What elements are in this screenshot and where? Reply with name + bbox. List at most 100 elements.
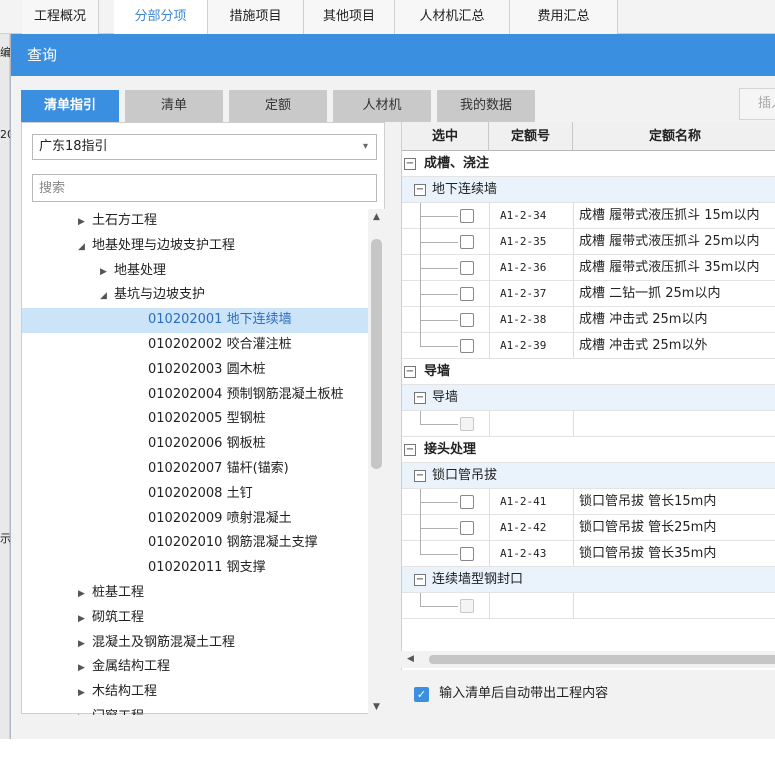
row-checkbox[interactable] (460, 209, 474, 223)
expanded-triangle-icon[interactable]: ◢ (78, 235, 92, 260)
tree-node[interactable]: 010202004 预制钢筋混凝土板桩 (22, 383, 368, 408)
column-header-name[interactable]: 定额名称 (573, 122, 775, 151)
row-checkbox[interactable] (460, 235, 474, 249)
guide-select[interactable]: 广东18指引 ▾ (32, 134, 377, 160)
table-row[interactable]: A1-2-38 成槽 冲击式 25m以内 (402, 307, 775, 333)
table-row[interactable]: A1-2-34 成槽 履带式液压抓斗 15m以内 (402, 203, 775, 229)
expanded-triangle-icon[interactable]: ◢ (100, 284, 114, 309)
collapse-icon[interactable]: − (404, 444, 416, 456)
tree-node[interactable]: 010202005 型钢桩 (22, 407, 368, 432)
collapse-icon[interactable]: − (414, 392, 426, 404)
column-header-code[interactable]: 定额号 (489, 122, 573, 151)
tree-node-label: 010202010 钢筋混凝土支撑 (148, 535, 318, 551)
collapse-icon[interactable]: − (414, 574, 426, 586)
quota-code: A1-2-37 (500, 287, 547, 300)
tree-node[interactable]: ▶ 木结构工程 (22, 680, 368, 705)
subgroup-row[interactable]: − 锁口管吊拔 (402, 463, 775, 489)
group-row[interactable]: − 导墙 (402, 359, 775, 385)
auto-content-option[interactable]: ✓ 输入清单后自动带出工程内容 (414, 683, 608, 705)
table-row[interactable]: A1-2-39 成槽 冲击式 25m以外 (402, 333, 775, 359)
collapse-icon[interactable]: − (404, 158, 416, 170)
column-separator (573, 203, 574, 229)
table-row[interactable]: A1-2-37 成槽 二钻一抓 25m以内 (402, 281, 775, 307)
subgroup-row[interactable]: − 导墙 (402, 385, 775, 411)
collapsed-triangle-icon[interactable]: ▶ (78, 582, 92, 607)
tree-node[interactable]: ▶ 地基处理 (22, 259, 368, 284)
subgroup-row[interactable]: − 连续墙型钢封口 (402, 567, 775, 593)
tab-sections[interactable]: 分部分项 (114, 0, 208, 34)
row-checkbox[interactable] (460, 495, 474, 509)
tree-node[interactable]: 010202001 地下连续墙 (22, 308, 368, 333)
row-checkbox[interactable] (460, 339, 474, 353)
scroll-up-icon[interactable]: ▲ (368, 209, 385, 225)
guide-tree-pane: 广东18指引 ▾ ▶土石方工程◢地基处理与边坡支护工程▶地基处理◢基坑与边坡支护… (21, 122, 385, 715)
column-separator (489, 515, 490, 541)
table-row[interactable]: A1-2-43 锁口管吊拔 管长35m内 (402, 541, 775, 567)
tree-node[interactable]: ▶ 混凝土及钢筋混凝土工程 (22, 631, 368, 656)
search-input[interactable] (32, 174, 377, 202)
tab-other-items[interactable]: 其他项目 (304, 0, 395, 34)
tree-node[interactable]: 010202008 土钉 (22, 482, 368, 507)
tree-node[interactable]: ▶ 土石方工程 (22, 209, 368, 234)
table-row[interactable] (402, 593, 775, 619)
tab-cost-summary[interactable]: 费用汇总 (510, 0, 618, 34)
checkbox-checked-icon[interactable]: ✓ (414, 686, 429, 702)
scrollbar-thumb[interactable] (371, 239, 382, 469)
tree-node[interactable]: ◢ 地基处理与边坡支护工程 (22, 234, 368, 259)
tree-scrollbar[interactable]: ▲ ▼ (368, 209, 385, 715)
guide-select-value: 广东18指引 (39, 139, 108, 154)
insert-button[interactable]: 插入 (739, 88, 775, 120)
tree-node[interactable]: ◢ 基坑与边坡支护 (22, 283, 368, 308)
tree-connector (420, 528, 458, 529)
collapsed-triangle-icon[interactable]: ▶ (78, 607, 92, 632)
collapse-icon[interactable]: − (414, 470, 426, 482)
tab-quota[interactable]: 定额 (229, 90, 327, 122)
row-checkbox[interactable] (460, 313, 474, 327)
tab-measures[interactable]: 措施项目 (208, 0, 304, 34)
scrollbar-thumb[interactable] (429, 655, 775, 664)
row-checkbox[interactable] (460, 521, 474, 535)
tab-bill-guide[interactable]: 清单指引 (21, 90, 119, 122)
table-row[interactable]: A1-2-36 成槽 履带式液压抓斗 35m以内 (402, 255, 775, 281)
tree-node[interactable]: 010202011 钢支撑 (22, 556, 368, 581)
table-row[interactable]: A1-2-41 锁口管吊拔 管长15m内 (402, 489, 775, 515)
row-checkbox[interactable] (460, 287, 474, 301)
tab-labor-material-summary[interactable]: 人材机汇总 (395, 0, 510, 34)
tree-node[interactable]: 010202003 圆木桩 (22, 358, 368, 383)
tree-node[interactable]: 010202006 钢板桩 (22, 432, 368, 457)
tab-my-data[interactable]: 我的数据 (437, 90, 535, 122)
row-checkbox[interactable] (460, 261, 474, 275)
tree-node[interactable]: 010202009 喷射混凝土 (22, 507, 368, 532)
group-row[interactable]: − 成槽、浇注 (402, 151, 775, 177)
tree-node[interactable]: ▶ 金属结构工程 (22, 655, 368, 680)
tree-node[interactable]: ▶门窗工程 (22, 705, 368, 715)
tab-bill[interactable]: 清单 (125, 90, 223, 122)
table-row[interactable]: A1-2-35 成槽 履带式液压抓斗 25m以内 (402, 229, 775, 255)
column-header-select[interactable]: 选中 (402, 122, 489, 151)
tab-labor-material[interactable]: 人材机 (333, 90, 431, 122)
subgroup-row[interactable]: − 地下连续墙 (402, 177, 775, 203)
collapsed-triangle-icon[interactable]: ▶ (78, 656, 92, 681)
table-row[interactable]: A1-2-42 锁口管吊拔 管长25m内 (402, 515, 775, 541)
auto-content-label: 输入清单后自动带出工程内容 (439, 686, 609, 701)
group-row[interactable]: − 接头处理 (402, 437, 775, 463)
tree-node[interactable]: 010202007 锚杆(锚索) (22, 457, 368, 482)
guide-tree: ▶ 土石方工程 ◢ 地基处理与边坡支护工程 ▶ 地基处理 ◢ 基坑与边坡支护 010202001… (22, 209, 368, 715)
grid-horizontal-scrollbar[interactable]: ◀ (401, 651, 775, 668)
collapsed-triangle-icon[interactable]: ▶ (100, 260, 114, 285)
tree-node[interactable]: 010202002 咬合灌注桩 (22, 333, 368, 358)
row-checkbox[interactable] (460, 547, 474, 561)
collapsed-triangle-icon[interactable]: ▶ (78, 210, 92, 235)
tab-project-overview[interactable]: 工程概况 (22, 0, 99, 34)
collapsed-triangle-icon[interactable]: ▶ (78, 706, 92, 715)
collapsed-triangle-icon[interactable]: ▶ (78, 681, 92, 706)
scroll-down-icon[interactable]: ▼ (368, 699, 385, 715)
tree-node[interactable]: 010202010 钢筋混凝土支撑 (22, 531, 368, 556)
scroll-left-icon[interactable]: ◀ (407, 651, 414, 668)
collapse-icon[interactable]: − (404, 366, 416, 378)
collapse-icon[interactable]: − (414, 184, 426, 196)
collapsed-triangle-icon[interactable]: ▶ (78, 632, 92, 657)
tree-node[interactable]: ▶ 砌筑工程 (22, 606, 368, 631)
table-row[interactable] (402, 411, 775, 437)
tree-node[interactable]: ▶ 桩基工程 (22, 581, 368, 606)
